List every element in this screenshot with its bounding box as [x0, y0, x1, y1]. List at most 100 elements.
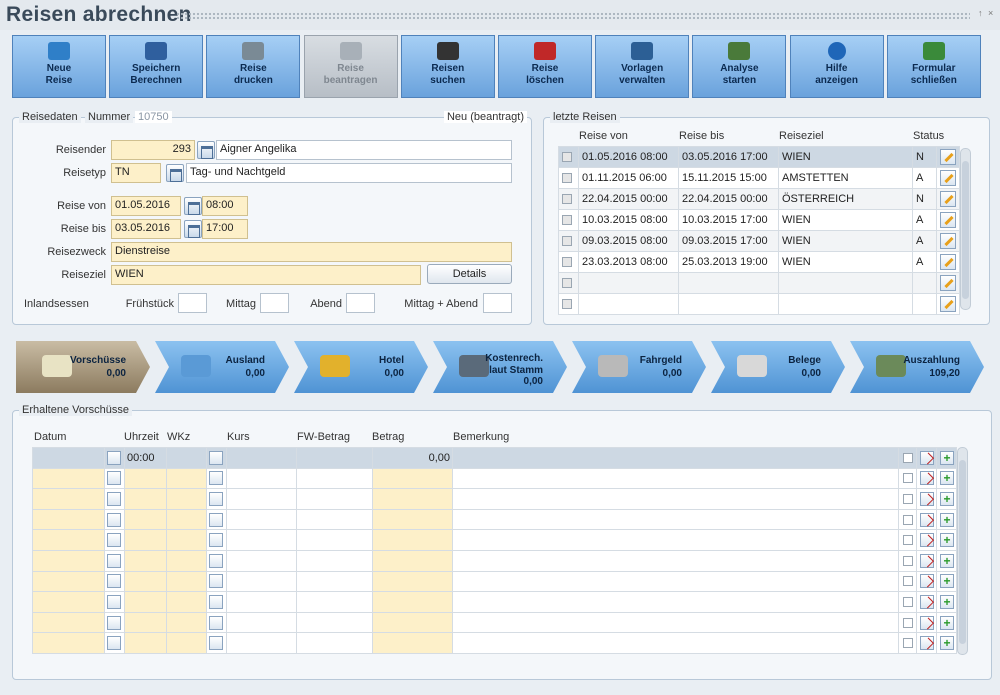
- reisender-id-field[interactable]: 293: [111, 140, 195, 160]
- add-row-icon[interactable]: [939, 636, 954, 651]
- cell-calendar[interactable]: [104, 488, 125, 510]
- cell-bemerkung[interactable]: [452, 611, 899, 634]
- cell-kurs[interactable]: [226, 488, 297, 510]
- cell-add[interactable]: [936, 611, 957, 634]
- cell-bemerkung[interactable]: [452, 447, 899, 469]
- recent-trips-scrollbar[interactable]: [960, 148, 971, 310]
- add-row-icon[interactable]: [939, 533, 954, 548]
- cell-ziel[interactable]: WIEN: [778, 230, 913, 252]
- edit-pencil-icon[interactable]: [940, 191, 956, 207]
- step-3[interactable]: Kostenrech. laut Stamm 0,00: [433, 341, 567, 393]
- calendar-icon[interactable]: [184, 220, 202, 238]
- toolbar-button-0[interactable]: Neue Reise: [12, 35, 106, 98]
- cell-betrag[interactable]: [372, 570, 453, 593]
- cell-delete[interactable]: [916, 570, 937, 593]
- table-row[interactable]: 00:00 0,00: [32, 447, 957, 469]
- cell-calendar[interactable]: [104, 447, 125, 469]
- cell-currency-lookup[interactable]: [206, 488, 227, 510]
- reiseziel-field[interactable]: WIEN: [111, 265, 421, 285]
- delete-row-icon[interactable]: [919, 636, 934, 651]
- edit-pencil-icon[interactable]: [940, 233, 956, 249]
- cell-bemerkung[interactable]: [452, 529, 899, 551]
- row-checkbox[interactable]: [902, 576, 913, 587]
- cell-kurs[interactable]: [226, 632, 297, 654]
- cell-datum[interactable]: [32, 467, 105, 490]
- row-edit-cell[interactable]: [936, 167, 960, 189]
- cell-von[interactable]: 23.03.2013 08:00: [578, 251, 679, 273]
- cell-bis[interactable]: 22.04.2015 00:00: [678, 188, 779, 210]
- cell-add[interactable]: [936, 591, 957, 613]
- add-row-icon[interactable]: [939, 471, 954, 486]
- cell-ziel[interactable]: [778, 272, 913, 294]
- row-edit-cell[interactable]: [936, 146, 960, 168]
- table-row[interactable]: [32, 611, 957, 634]
- cell-kurs[interactable]: [226, 529, 297, 551]
- table-row[interactable]: [558, 272, 960, 294]
- cell-ziel[interactable]: WIEN: [778, 146, 913, 168]
- cell-calendar[interactable]: [104, 529, 125, 551]
- delete-row-icon[interactable]: [919, 533, 934, 548]
- person-lookup-icon[interactable]: [197, 141, 215, 159]
- edit-pencil-icon[interactable]: [940, 254, 956, 270]
- cell-calendar[interactable]: [104, 549, 125, 572]
- calendar-icon[interactable]: [107, 553, 121, 568]
- calendar-icon[interactable]: [107, 594, 121, 609]
- cell-fw-betrag[interactable]: [296, 591, 373, 613]
- cell-datum[interactable]: [32, 508, 105, 531]
- cell-betrag[interactable]: [372, 611, 453, 634]
- cell-uhrzeit[interactable]: [124, 529, 167, 551]
- cell-wkz[interactable]: [166, 529, 207, 551]
- calendar-icon[interactable]: [107, 533, 121, 548]
- cell-betrag[interactable]: [372, 591, 453, 613]
- step-1[interactable]: Ausland 0,00: [155, 341, 289, 393]
- cell-status[interactable]: A: [912, 230, 937, 252]
- calendar-icon[interactable]: [107, 491, 121, 506]
- reise-bis-date-field[interactable]: 03.05.2016: [111, 219, 181, 239]
- cell-calendar[interactable]: [104, 467, 125, 490]
- cell-betrag[interactable]: 0,00: [372, 447, 453, 469]
- cell-status[interactable]: A: [912, 167, 937, 189]
- cell-currency-lookup[interactable]: [206, 508, 227, 531]
- reisetyp-code-field[interactable]: TN: [111, 163, 161, 183]
- edit-pencil-icon[interactable]: [940, 275, 956, 291]
- delete-row-icon[interactable]: [919, 471, 934, 486]
- cell-datum[interactable]: [32, 549, 105, 572]
- cell-fw-betrag[interactable]: [296, 529, 373, 551]
- toolbar-button-6[interactable]: Vorlagen verwalten: [595, 35, 690, 98]
- calendar-icon[interactable]: [184, 197, 202, 215]
- row-edit-cell[interactable]: [936, 230, 960, 252]
- table-row[interactable]: 01.05.2016 08:00 03.05.2016 17:00 WIEN N: [558, 146, 960, 168]
- table-row[interactable]: 23.03.2013 08:00 25.03.2013 19:00 WIEN A: [558, 251, 960, 273]
- cell-bis[interactable]: 10.03.2015 17:00: [678, 209, 779, 231]
- cell-von[interactable]: [578, 272, 679, 294]
- cell-bemerkung[interactable]: [452, 508, 899, 531]
- edit-pencil-icon[interactable]: [940, 212, 956, 228]
- fruehstueck-field[interactable]: [178, 293, 207, 313]
- cell-kurs[interactable]: [226, 591, 297, 613]
- edit-pencil-icon[interactable]: [940, 296, 956, 312]
- reisetyp-name-field[interactable]: Tag- und Nachtgeld: [186, 163, 512, 183]
- cell-delete[interactable]: [916, 591, 937, 613]
- toolbar-button-7[interactable]: Analyse starten: [692, 35, 787, 98]
- add-row-icon[interactable]: [939, 615, 954, 630]
- cell-currency-lookup[interactable]: [206, 611, 227, 634]
- cell-datum[interactable]: [32, 529, 105, 551]
- cell-wkz[interactable]: [166, 570, 207, 593]
- toolbar-button-3[interactable]: Reise beantragen: [303, 35, 398, 98]
- currency-lookup-icon[interactable]: [209, 471, 223, 486]
- cell-fw-betrag[interactable]: [296, 508, 373, 531]
- cell-fw-betrag[interactable]: [296, 447, 373, 469]
- toolbar-button-5[interactable]: Reise löschen: [498, 35, 592, 98]
- toolbar-button-2[interactable]: Reise drucken: [206, 35, 301, 98]
- cell-bis[interactable]: [678, 293, 779, 315]
- cell-calendar[interactable]: [104, 570, 125, 593]
- cell-von[interactable]: 01.05.2016 08:00: [578, 146, 679, 168]
- cell-datum[interactable]: [32, 611, 105, 634]
- reise-bis-time-field[interactable]: 17:00: [202, 219, 248, 239]
- cell-bis[interactable]: 15.11.2015 15:00: [678, 167, 779, 189]
- cell-fw-betrag[interactable]: [296, 632, 373, 654]
- cell-delete[interactable]: [916, 447, 937, 469]
- row-checkbox[interactable]: [562, 215, 572, 226]
- cell-add[interactable]: [936, 508, 957, 531]
- step-6[interactable]: Auszahlung 109,20: [850, 341, 984, 393]
